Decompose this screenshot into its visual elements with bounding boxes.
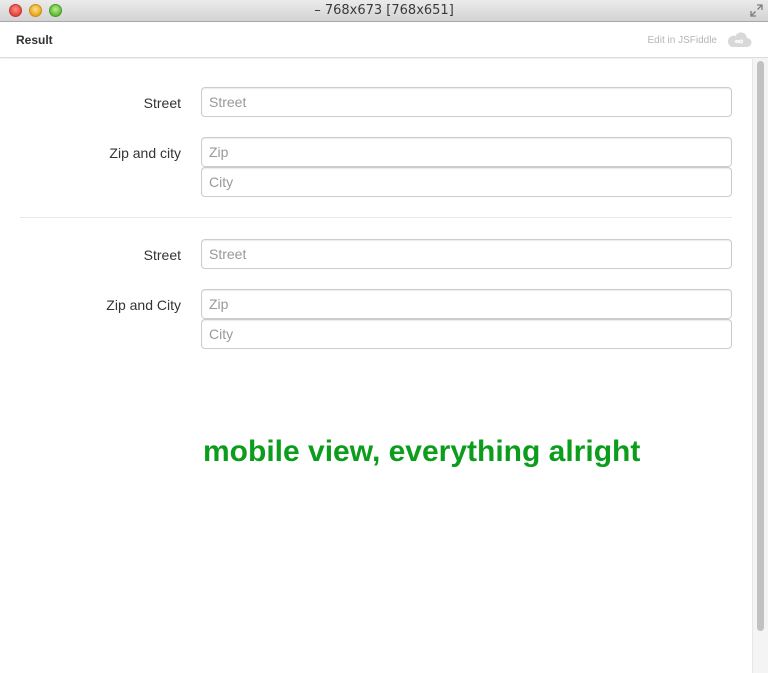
- mobile-view-note: mobile view, everything alright: [203, 435, 641, 468]
- street-label: Street: [143, 95, 181, 111]
- zip-input[interactable]: [201, 289, 732, 319]
- zip-input[interactable]: [201, 137, 732, 167]
- zip-city-label: Zip and city: [109, 145, 181, 161]
- city-input[interactable]: [201, 167, 732, 197]
- result-header: Result Edit in JSFiddle: [0, 23, 768, 58]
- window-titlebar: – 768x673 [768x651]: [0, 0, 768, 22]
- edit-in-jsfiddle-link[interactable]: Edit in JSFiddle: [648, 35, 717, 46]
- city-input[interactable]: [201, 319, 732, 349]
- street-input[interactable]: [201, 87, 732, 117]
- resize-icon[interactable]: [750, 4, 763, 17]
- result-content: Street Zip and city Street Zip and City …: [0, 59, 752, 673]
- zip-city-label: Zip and City: [106, 297, 181, 313]
- window-title: – 768x673 [768x651]: [314, 3, 454, 18]
- scrollbar[interactable]: [752, 59, 768, 673]
- result-tab[interactable]: Result: [16, 33, 53, 47]
- street-label: Street: [143, 247, 181, 263]
- jsfiddle-cloud-icon[interactable]: [726, 31, 752, 49]
- form-divider: [20, 217, 732, 218]
- scrollbar-thumb[interactable]: [757, 61, 764, 631]
- street-input[interactable]: [201, 239, 732, 269]
